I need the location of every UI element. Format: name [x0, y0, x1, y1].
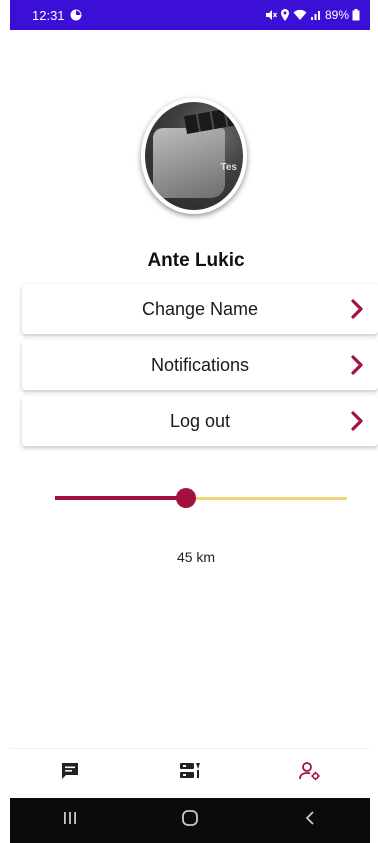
user-name: Ante Lukic — [147, 250, 245, 271]
home-button[interactable] — [160, 803, 220, 839]
avatar-photo-text: Tes — [220, 162, 238, 173]
home-icon — [181, 809, 199, 832]
status-bar: 12:31 89% — [10, 0, 370, 30]
avatar-photo-touchpad — [153, 128, 225, 198]
nav-map-filter-button[interactable] — [166, 754, 214, 794]
map-filter-icon — [179, 761, 201, 786]
chevron-right-icon — [350, 299, 364, 324]
signal-icon — [310, 9, 322, 21]
notifications-button[interactable]: Notifications — [22, 340, 378, 390]
location-icon — [280, 9, 290, 21]
change-name-button[interactable]: Change Name — [22, 284, 378, 334]
nav-user-settings-button[interactable] — [286, 754, 334, 794]
recent-apps-button[interactable] — [40, 803, 100, 839]
system-navigation-bar — [10, 798, 370, 843]
status-left: 12:31 — [32, 8, 82, 23]
profile-avatar[interactable]: Tes — [141, 98, 247, 214]
log-out-label: Log out — [169, 410, 231, 431]
notifications-label: Notifications — [150, 354, 250, 375]
distance-slider[interactable] — [55, 486, 347, 510]
back-button[interactable] — [280, 803, 340, 839]
recent-apps-icon — [62, 810, 78, 831]
user-settings-icon — [299, 761, 321, 786]
chevron-right-icon — [350, 355, 364, 380]
wifi-icon — [293, 9, 307, 21]
distance-value: 45 km — [176, 549, 216, 565]
nav-chat-button[interactable] — [46, 754, 94, 794]
slider-thumb[interactable] — [176, 488, 196, 508]
chevron-right-icon — [350, 411, 364, 436]
app-notification-icon — [70, 9, 82, 21]
mute-icon — [265, 9, 277, 21]
chat-icon — [60, 761, 80, 786]
status-right: 89% — [265, 8, 360, 22]
slider-track-active — [55, 496, 186, 500]
back-icon — [304, 810, 316, 831]
battery-percent: 89% — [324, 8, 349, 22]
change-name-label: Change Name — [141, 298, 259, 319]
battery-icon — [352, 9, 360, 21]
status-time: 12:31 — [32, 7, 65, 23]
log-out-button[interactable]: Log out — [22, 396, 378, 446]
bottom-navigation — [10, 748, 370, 798]
